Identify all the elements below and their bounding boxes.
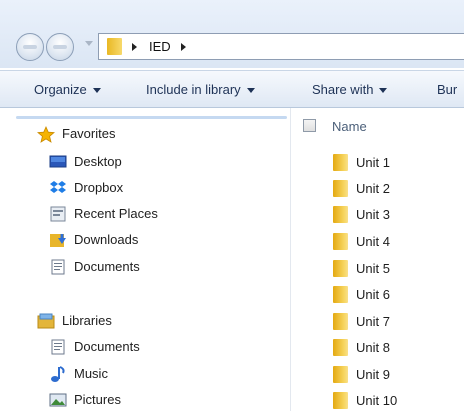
chevron-down-icon (379, 88, 388, 94)
documents-icon (49, 259, 67, 275)
folder-icon (333, 233, 348, 250)
downloads-icon (49, 232, 67, 248)
list-item[interactable]: Unit 2 (333, 179, 453, 199)
libraries-icon (37, 313, 55, 329)
breadcrumb-arrow-icon[interactable] (132, 43, 137, 51)
burn-button[interactable]: Bur (437, 82, 457, 97)
forward-button[interactable] (46, 33, 74, 61)
list-item[interactable]: Unit 8 (333, 338, 453, 358)
folder-icon (333, 286, 348, 303)
recent-pages-dropdown[interactable] (85, 41, 93, 46)
back-button[interactable] (16, 33, 44, 61)
address-field[interactable]: IED (98, 33, 464, 60)
organize-button[interactable]: Organize (34, 82, 101, 97)
folder-name: Unit 2 (356, 181, 390, 196)
list-item[interactable]: Unit 7 (333, 312, 453, 332)
sidebar-item-label: Downloads (74, 232, 139, 247)
column-header-name[interactable]: Name (332, 119, 367, 134)
folder-icon (333, 313, 348, 330)
navigation-pane: Favorites Desktop Dropbox Recent Places … (0, 108, 290, 411)
folder-name: Unit 1 (356, 155, 390, 170)
selection-highlight (16, 116, 287, 119)
chevron-down-icon (92, 88, 101, 94)
folder-name: Unit 8 (356, 340, 390, 355)
list-item[interactable]: Unit 3 (333, 205, 453, 225)
folder-icon (333, 260, 348, 277)
recent-places-icon (49, 206, 67, 222)
sidebar-item-label: Music (74, 366, 108, 381)
address-bar-area: IED (0, 0, 464, 68)
list-item[interactable]: Unit 4 (333, 232, 453, 252)
folder-icon (333, 180, 348, 197)
music-icon (49, 366, 67, 382)
share-with-label: Share with (312, 82, 374, 97)
sidebar-item-label: Libraries (62, 313, 112, 328)
folder-icon (107, 38, 122, 55)
pictures-icon (49, 392, 67, 408)
command-toolbar: Organize Include in library Share with B… (0, 70, 464, 108)
folder-name: Unit 6 (356, 287, 390, 302)
list-item[interactable]: Unit 5 (333, 259, 453, 279)
documents-icon (49, 339, 67, 355)
sidebar-item-label: Recent Places (74, 206, 158, 221)
folder-name: Unit 3 (356, 207, 390, 222)
list-item[interactable]: Unit 6 (333, 285, 453, 305)
folder-icon (333, 366, 348, 383)
folder-name: Unit 9 (356, 367, 390, 382)
folder-name: Unit 7 (356, 314, 390, 329)
list-item[interactable]: Unit 9 (333, 365, 453, 385)
chevron-down-icon (246, 88, 255, 94)
sidebar-item-label: Dropbox (74, 180, 124, 195)
desktop-icon (49, 154, 67, 170)
include-in-library-button[interactable]: Include in library (146, 82, 255, 97)
select-all-checkbox[interactable] (303, 119, 316, 132)
include-in-library-label: Include in library (146, 82, 241, 97)
list-item[interactable]: Unit 1 (333, 153, 453, 173)
file-list: Name Unit 1 Unit 2 Unit 3 Unit 4 Unit 5 … (291, 108, 464, 411)
folder-name: Unit 4 (356, 234, 390, 249)
list-item[interactable]: Unit 10 (333, 391, 453, 411)
folder-icon (333, 154, 348, 171)
folder-icon (333, 392, 348, 409)
dropbox-icon (49, 180, 67, 196)
sidebar-item-label: Desktop (74, 154, 122, 169)
share-with-button[interactable]: Share with (312, 82, 388, 97)
breadcrumb-ied[interactable]: IED (149, 39, 171, 54)
folder-icon (333, 206, 348, 223)
folder-name: Unit 10 (356, 393, 398, 408)
sidebar-item-label: Pictures (74, 392, 121, 407)
sidebar-item-label: Favorites (62, 126, 116, 141)
folder-name: Unit 5 (356, 261, 390, 276)
organize-label: Organize (34, 82, 87, 97)
sidebar-item-label: Documents (74, 259, 140, 274)
folder-icon (333, 339, 348, 356)
burn-label: Bur (437, 82, 458, 97)
sidebar-item-label: Documents (74, 339, 140, 354)
breadcrumb-arrow-icon[interactable] (181, 43, 186, 51)
star-icon (37, 126, 55, 143)
